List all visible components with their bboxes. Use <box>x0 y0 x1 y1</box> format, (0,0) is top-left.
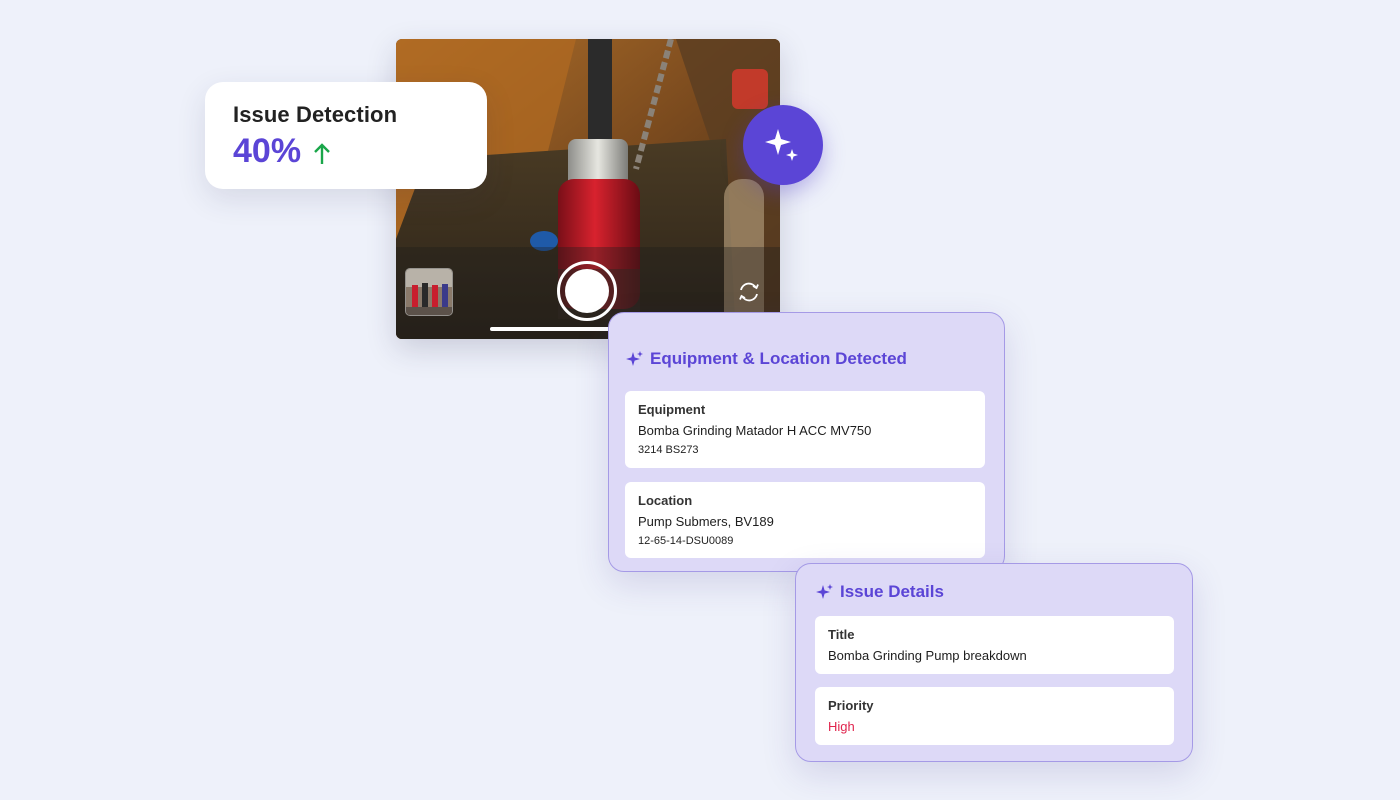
location-code: 12-65-14-DSU0089 <box>638 535 734 547</box>
sparkle-icon <box>765 129 798 161</box>
switch-camera-icon[interactable] <box>735 278 763 306</box>
issue-detection-value: 40% <box>233 132 302 170</box>
canvas: Issue Detection 40% Equipment & Location… <box>0 0 1400 800</box>
issue-detection-title: Issue Detection <box>233 102 398 127</box>
issue-title-label: Title <box>828 627 855 642</box>
issue-detection-card: Issue Detection 40% <box>205 82 487 189</box>
priority-label: Priority <box>828 698 874 713</box>
equipment-location-panel: Equipment & Location Detected Equipment … <box>608 312 1005 572</box>
equipment-label: Equipment <box>638 402 706 417</box>
equipment-code: 3214 BS273 <box>638 444 699 456</box>
arrow-up-icon <box>314 142 330 164</box>
issue-title-value: Bomba Grinding Pump breakdown <box>828 648 1027 663</box>
equipment-value: Bomba Grinding Matador H ACC MV750 <box>638 423 872 438</box>
priority-field: Priority High <box>815 687 1174 745</box>
shutter-button[interactable] <box>557 261 617 321</box>
priority-value: High <box>828 719 855 734</box>
issue-title-field: Title Bomba Grinding Pump breakdown <box>815 616 1174 674</box>
equipment-panel-title: Equipment & Location Detected <box>650 349 907 368</box>
issue-detection-row: 40% <box>233 132 459 171</box>
location-value: Pump Submers, BV189 <box>638 514 774 529</box>
sparkle-icon <box>626 351 643 366</box>
location-field: Location Pump Submers, BV189 12-65-14-DS… <box>625 482 985 558</box>
gallery-thumbnail-image <box>406 269 452 315</box>
issue-panel-title: Issue Details <box>840 582 944 601</box>
location-label: Location <box>638 493 693 508</box>
switch-camera-glyph <box>739 282 759 302</box>
shutter-inner <box>565 269 609 313</box>
ai-sparkle-badge <box>743 105 823 185</box>
issue-panel-header: Issue Details <box>816 582 944 602</box>
sparkle-icon <box>816 584 833 599</box>
gallery-thumbnail[interactable] <box>405 268 453 316</box>
equipment-field: Equipment Bomba Grinding Matador H ACC M… <box>625 391 985 468</box>
equipment-panel-header: Equipment & Location Detected <box>626 349 907 369</box>
issue-details-panel: Issue Details Title Bomba Grinding Pump … <box>795 563 1193 762</box>
